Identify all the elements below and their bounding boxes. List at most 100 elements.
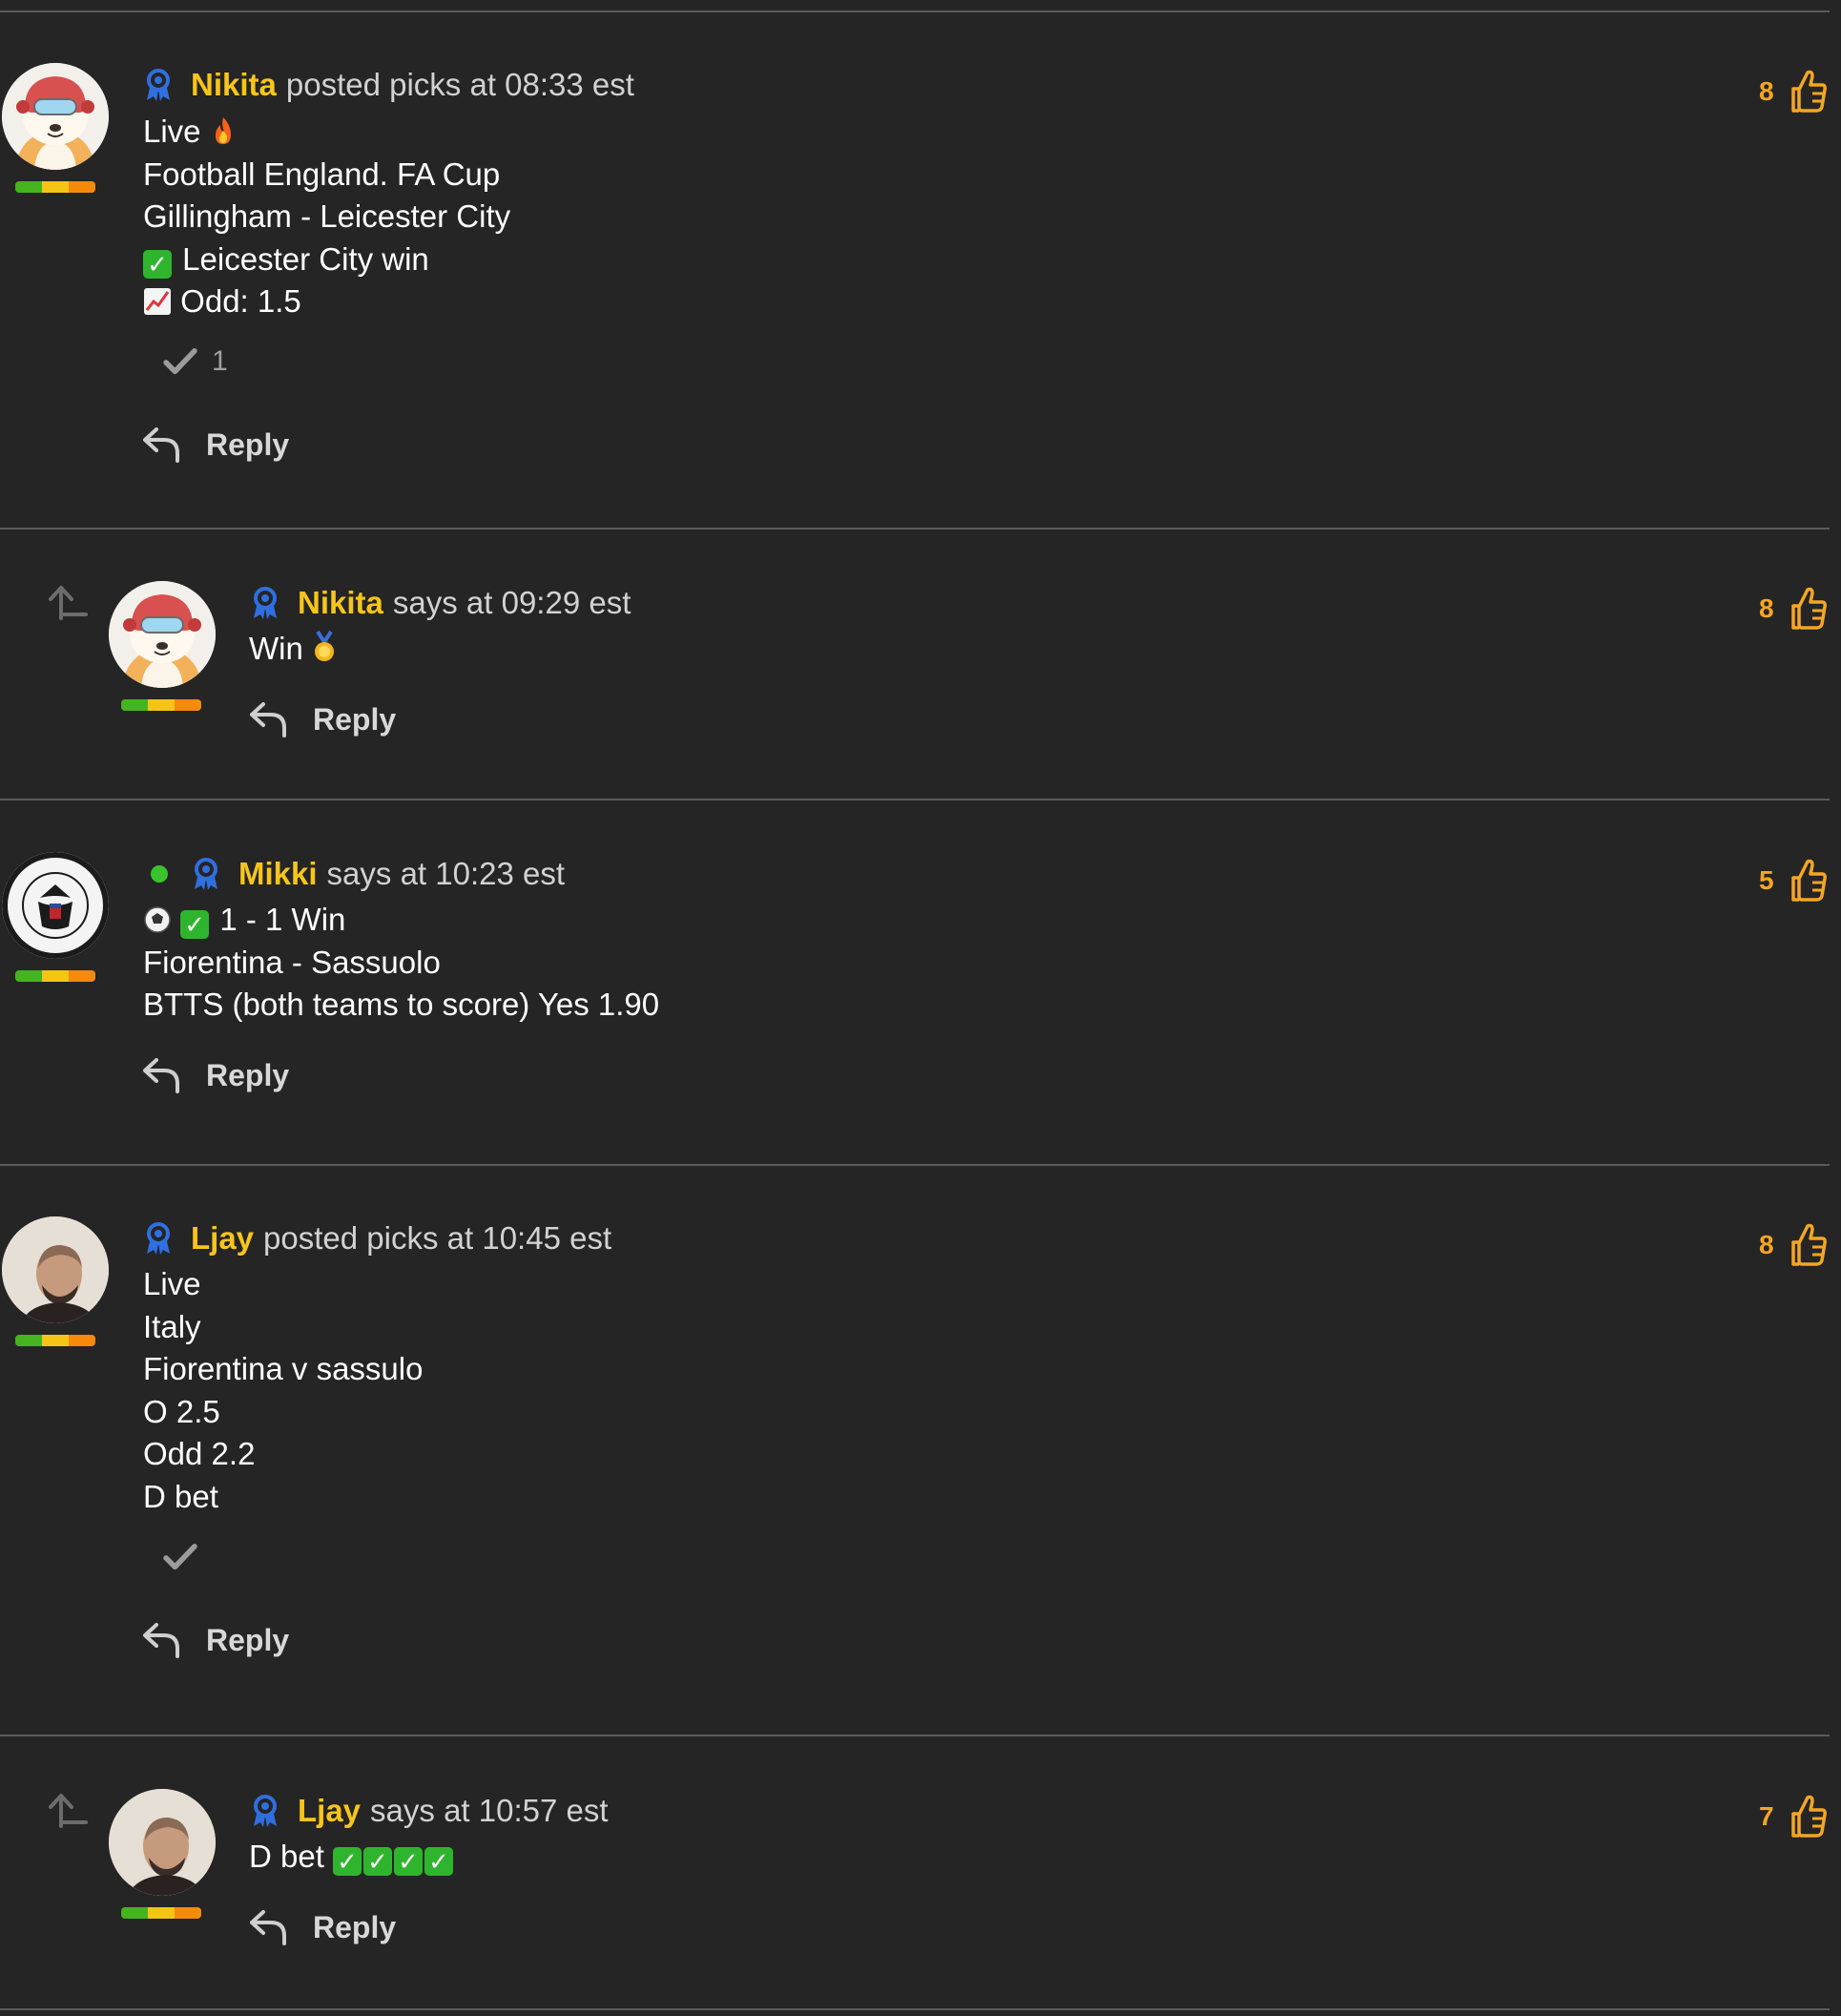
timestamp: posted picks at 08:33 est xyxy=(285,67,634,102)
divider xyxy=(0,799,1830,800)
reply-indicator-icon xyxy=(46,580,90,624)
like-button[interactable]: 5 xyxy=(1759,858,1828,904)
check-mark-icon: ✓ xyxy=(180,910,210,939)
comment-body: D bet ✓ ✓ ✓ ✓ xyxy=(249,1836,455,1879)
body-line: Gillingham - Leicester City xyxy=(143,198,511,234)
divider xyxy=(0,2008,1830,2010)
check-reaction-icon xyxy=(162,1544,198,1570)
check-mark-icon: ✓ xyxy=(424,1847,454,1876)
username[interactable]: Nikita xyxy=(191,65,277,105)
reply-button[interactable]: Reply xyxy=(248,1908,396,1946)
divider xyxy=(0,528,1830,530)
rating-bar xyxy=(15,181,95,193)
body-line: BTTS (both teams to score) Yes 1.90 xyxy=(143,987,660,1022)
avatar[interactable] xyxy=(109,1789,216,1896)
reply-icon xyxy=(248,1908,290,1946)
thumbs-up-icon xyxy=(1789,69,1828,114)
timestamp: says at 09:29 est xyxy=(392,585,631,620)
ramones-seal xyxy=(2,852,109,959)
comment-header: Ljay posted picks at 10:45 est xyxy=(143,1218,611,1258)
chart-increasing-icon xyxy=(144,288,171,315)
comment-header: Ljay says at 10:57 est xyxy=(250,1791,609,1831)
like-count: 8 xyxy=(1759,76,1774,106)
reply-icon xyxy=(248,700,290,738)
reply-indicator-icon xyxy=(46,1788,90,1832)
username[interactable]: Ljay xyxy=(191,1218,254,1258)
body-line: D bet xyxy=(143,1478,218,1514)
username[interactable]: Mikki xyxy=(238,854,318,894)
medal-icon xyxy=(315,631,335,661)
like-count: 8 xyxy=(1759,593,1774,623)
body-line: Odd 2.2 xyxy=(143,1436,256,1471)
badge-icon xyxy=(250,586,280,620)
body-line: Live xyxy=(143,1266,201,1301)
like-button[interactable]: 8 xyxy=(1759,586,1828,632)
reply-icon xyxy=(141,1621,183,1659)
badge-icon xyxy=(191,857,221,891)
timestamp: says at 10:23 est xyxy=(326,856,566,891)
fire-icon xyxy=(215,117,231,144)
username[interactable]: Nikita xyxy=(298,583,383,623)
thumbs-up-icon xyxy=(1789,858,1828,904)
like-count: 5 xyxy=(1759,865,1774,895)
reply-icon xyxy=(141,426,183,464)
reply-button[interactable]: Reply xyxy=(248,700,396,738)
rating-bar xyxy=(121,1907,201,1919)
badge-icon xyxy=(143,1221,174,1256)
body-line: Odd: 1.5 xyxy=(143,281,510,323)
thumbs-up-icon xyxy=(1789,586,1828,632)
check-reaction-icon xyxy=(162,348,198,375)
badge-icon xyxy=(143,68,174,102)
body-line: Football England. FA Cup xyxy=(143,156,501,192)
check-mark-icon: ✓ xyxy=(394,1847,424,1876)
badge-icon xyxy=(250,1794,280,1828)
comment-header: Nikita posted picks at 08:33 est xyxy=(143,65,634,105)
comment-body: Live Italy Fiorentina v sassulo O 2.5 Od… xyxy=(143,1263,423,1518)
like-button[interactable]: 8 xyxy=(1759,69,1828,114)
like-button[interactable]: 8 xyxy=(1759,1222,1828,1268)
comment-body: Live Football England. FA Cup Gillingham… xyxy=(143,111,510,323)
body-line: Fiorentina v sassulo xyxy=(143,1351,424,1386)
thumbs-up-icon xyxy=(1789,1222,1828,1268)
check-mark-icon: ✓ xyxy=(363,1847,393,1876)
reaction-check[interactable] xyxy=(162,1544,212,1570)
rating-bar xyxy=(15,1335,95,1346)
rating-bar xyxy=(15,970,95,982)
online-status-icon xyxy=(151,865,168,883)
avatar[interactable] xyxy=(2,852,109,959)
divider xyxy=(0,1164,1830,1166)
body-line: ✓ Leicester City win xyxy=(143,239,510,281)
body-line: Live xyxy=(143,111,510,154)
username[interactable]: Ljay xyxy=(298,1791,361,1831)
comment-header: Nikita says at 09:29 est xyxy=(250,583,631,623)
timestamp: posted picks at 10:45 est xyxy=(263,1220,612,1256)
rating-bar xyxy=(121,699,201,711)
divider xyxy=(0,1735,1830,1736)
body-line: ✓ 1 - 1 Win xyxy=(143,899,659,942)
reply-icon xyxy=(141,1056,183,1094)
check-mark-icon: ✓ xyxy=(333,1847,362,1876)
avatar[interactable] xyxy=(109,581,216,688)
body-line: Win xyxy=(249,628,337,671)
body-line: Fiorentina - Sassuolo xyxy=(143,944,441,980)
timestamp: says at 10:57 est xyxy=(370,1793,609,1828)
comment-body: ✓ 1 - 1 Win Fiorentina - Sassuolo BTTS (… xyxy=(143,899,659,1027)
reply-button[interactable]: Reply xyxy=(141,1056,289,1094)
like-count: 7 xyxy=(1759,1801,1774,1831)
reaction-count: 1 xyxy=(212,345,228,377)
avatar[interactable] xyxy=(2,63,109,170)
reaction-check[interactable]: 1 xyxy=(162,345,228,378)
check-mark-icon: ✓ xyxy=(143,249,172,279)
avatar[interactable] xyxy=(2,1216,109,1323)
body-line: Italy xyxy=(143,1308,201,1344)
thumbs-up-icon xyxy=(1789,1794,1828,1839)
like-count: 8 xyxy=(1759,1230,1774,1259)
reply-button[interactable]: Reply xyxy=(141,1621,289,1659)
divider xyxy=(0,10,1830,12)
body-line: O 2.5 xyxy=(143,1393,220,1429)
reply-button[interactable]: Reply xyxy=(141,426,289,464)
like-button[interactable]: 7 xyxy=(1759,1794,1828,1839)
body-line: D bet ✓ ✓ ✓ ✓ xyxy=(249,1836,455,1879)
comment-body: Win xyxy=(249,628,337,671)
comment-header: Mikki says at 10:23 est xyxy=(151,854,565,894)
